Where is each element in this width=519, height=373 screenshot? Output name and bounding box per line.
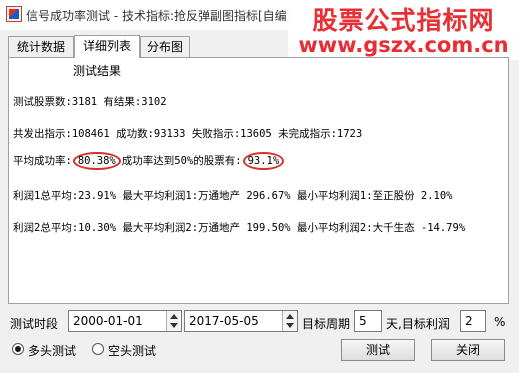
period-label: 测试时段 xyxy=(10,317,59,331)
short-test-radio[interactable] xyxy=(92,343,104,355)
params-bar: 测试时段 2000-01-01 2017-05-05 目标周期 5 天,目标利润… xyxy=(8,310,513,334)
start-date-value: 2000-01-01 xyxy=(73,314,143,328)
end-date-picker[interactable]: 2017-05-05 xyxy=(184,310,298,332)
target-period-label: 目标周期 xyxy=(302,317,351,331)
results-panel: 测试结果 测试股票数:3181 有结果:3102 共发出指示:108461 成功… xyxy=(8,57,509,304)
window-title: 信号成功率测试 - 技术指标:抢反弹副图指标[自编] xyxy=(26,9,292,23)
short-test-label[interactable]: 空头测试 xyxy=(108,342,156,359)
profit2-summary: 利润2总平均:10.30% 最大平均利润2:万通地产 199.50% 最小平均利… xyxy=(13,222,466,234)
results-heading: 测试结果 xyxy=(73,64,122,78)
stock-pct-value: 93.1% xyxy=(242,152,285,170)
start-date-spinner[interactable] xyxy=(166,311,181,331)
long-test-label[interactable]: 多头测试 xyxy=(28,342,76,359)
avg-rate-value: 80.38% xyxy=(72,152,121,170)
test-button[interactable]: 测试 xyxy=(341,339,415,361)
watermark-logo: 股票公式指标网 www.gszx.com.cn xyxy=(288,0,519,60)
stocks-summary: 测试股票数:3181 有结果:3102 xyxy=(13,96,167,108)
percent-label: % xyxy=(494,315,506,329)
app-icon xyxy=(6,6,22,22)
avg-rate-label: 平均成功率: xyxy=(13,155,72,167)
tab-detail-list[interactable]: 详细列表 xyxy=(74,35,140,58)
success-rate-line: 平均成功率: 80.38% 成功率达到50%的股票有: 93.1% xyxy=(13,152,285,170)
tab-statistics[interactable]: 统计数据 xyxy=(8,36,74,57)
end-date-value: 2017-05-05 xyxy=(189,314,259,328)
watermark-url: www.gszx.com.cn xyxy=(298,33,509,57)
target-period-input[interactable]: 5 xyxy=(354,310,382,332)
stock-pct-label: 成功率达到50%的股票有: xyxy=(121,155,242,167)
end-date-spinner[interactable] xyxy=(282,311,297,331)
profit1-summary: 利润1总平均:23.91% 最大平均利润1:万通地产 296.67% 最小平均利… xyxy=(13,190,453,202)
long-test-radio[interactable] xyxy=(12,343,24,355)
tab-distribution[interactable]: 分布图 xyxy=(140,36,190,57)
close-button[interactable]: 关闭 xyxy=(431,339,505,361)
signals-summary: 共发出指示:108461 成功数:93133 失败指示:13605 未完成指示:… xyxy=(13,128,363,140)
watermark-title: 股票公式指标网 xyxy=(312,6,495,35)
target-profit-input[interactable]: 2 xyxy=(460,310,486,332)
start-date-picker[interactable]: 2000-01-01 xyxy=(68,310,182,332)
target-profit-label: 天,目标利润 xyxy=(386,317,450,331)
